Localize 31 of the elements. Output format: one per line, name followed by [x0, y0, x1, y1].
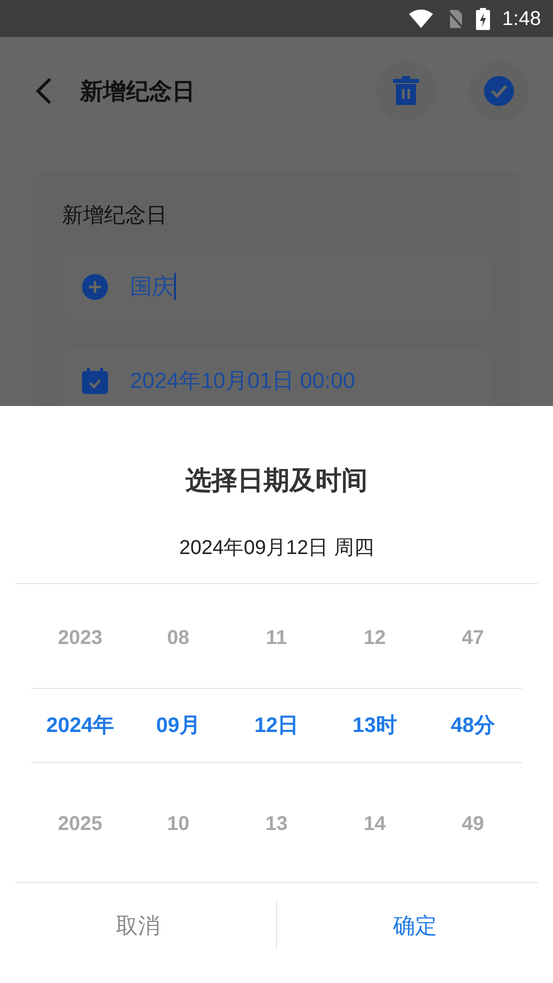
- selected-date: 2024年09月12日 周四: [178, 536, 375, 561]
- back-icon[interactable]: [34, 77, 54, 105]
- date-value: 2024年10月01日 00:00: [130, 367, 356, 395]
- wheel-option[interactable]: 13时: [352, 710, 397, 742]
- wheel-option[interactable]: 2023: [58, 623, 102, 653]
- battery-charging-icon: [476, 8, 490, 30]
- cancel-button[interactable]: 取消: [0, 883, 276, 967]
- wheel-option[interactable]: 12日: [254, 710, 299, 742]
- trash-icon: [393, 76, 419, 106]
- wifi-icon: [408, 8, 434, 28]
- plus-circle-icon: [82, 274, 108, 300]
- wheel-option[interactable]: 08: [167, 623, 190, 653]
- card-label: 新增纪念日: [62, 203, 168, 229]
- wheel-option[interactable]: 48分: [450, 710, 496, 742]
- page-title: 新增纪念日: [80, 76, 195, 106]
- confirm-button[interactable]: 确定: [277, 883, 553, 967]
- wheel-option[interactable]: 11: [266, 623, 288, 653]
- wheel-option[interactable]: 2024年: [46, 710, 114, 742]
- wheel-option[interactable]: 14: [364, 809, 386, 839]
- wheel-option[interactable]: 09月: [156, 710, 200, 742]
- wheel-option[interactable]: 12: [364, 623, 386, 653]
- wheel-option[interactable]: 10: [167, 809, 190, 839]
- wheel-option[interactable]: 49: [462, 809, 484, 839]
- wheel-option[interactable]: 2025: [58, 809, 102, 839]
- wheel-option[interactable]: 47: [462, 623, 484, 653]
- status-time: 1:48: [502, 6, 541, 32]
- check-circle-icon: [484, 76, 514, 106]
- calendar-check-icon: [82, 368, 108, 394]
- name-value: 国庆: [130, 273, 174, 301]
- wheel-option[interactable]: 13: [265, 809, 288, 839]
- dialog-title: 选择日期及时间: [184, 464, 368, 497]
